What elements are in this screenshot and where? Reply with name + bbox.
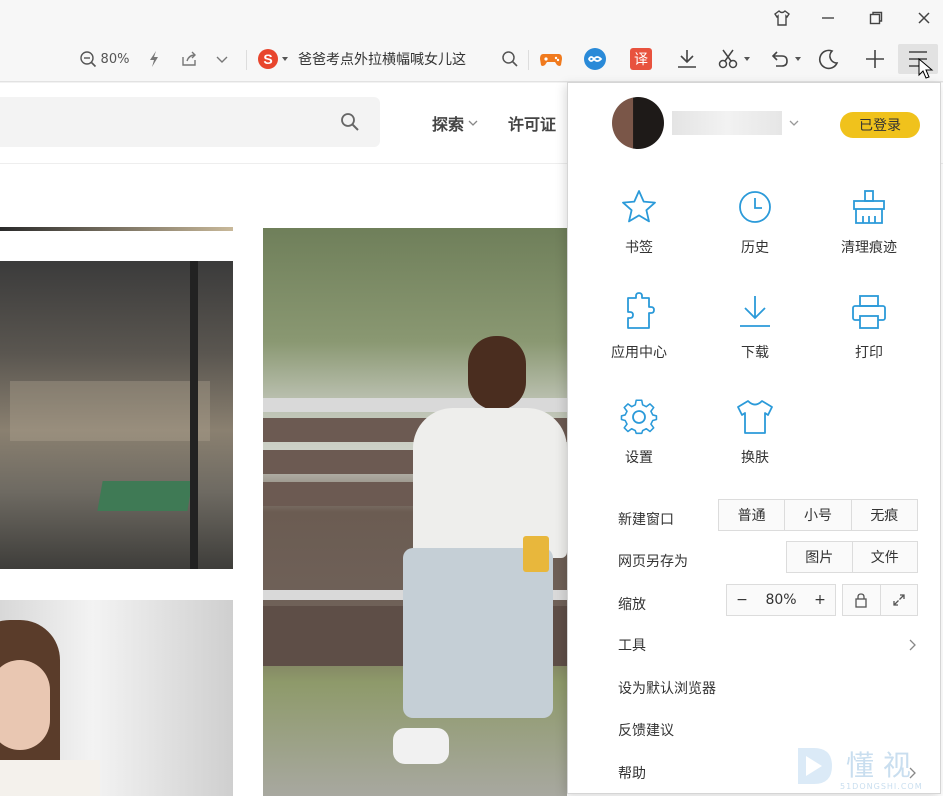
- zoom-value: 80%: [765, 592, 797, 608]
- watermark: 懂 视 51DONGSHI.COM: [790, 742, 943, 796]
- menu-print-label: 打印: [855, 345, 883, 361]
- zoom-minus-button[interactable]: −: [727, 585, 757, 615]
- menu-settings-label: 设置: [625, 450, 653, 466]
- search-engine-selector[interactable]: S: [256, 44, 290, 74]
- menu-print[interactable]: 打印: [814, 292, 924, 362]
- zoom-plus-button[interactable]: +: [805, 585, 835, 615]
- svg-text:S: S: [263, 51, 272, 67]
- svg-text:译: 译: [634, 52, 648, 68]
- menu-app-center-label: 应用中心: [611, 345, 667, 361]
- save-as-file[interactable]: 文件: [853, 542, 918, 572]
- fullscreen-button[interactable]: [881, 585, 918, 615]
- close-button[interactable]: [910, 4, 938, 32]
- zoom-indicator[interactable]: 80%: [74, 44, 134, 74]
- clock-icon: [739, 191, 771, 223]
- gear-icon: [620, 399, 658, 435]
- menu-clear-traces[interactable]: 清理痕迹: [814, 187, 924, 257]
- menu-bookmarks[interactable]: 书签: [584, 187, 694, 257]
- chevron-down-icon[interactable]: [210, 44, 234, 74]
- nav-license[interactable]: 许可证: [508, 111, 556, 135]
- undo-close-icon[interactable]: [764, 44, 806, 74]
- address-search-input[interactable]: 爸爸考点外拉横幅喊女儿这: [298, 44, 496, 74]
- skin-shirt-icon[interactable]: [768, 4, 796, 32]
- photo-office-workspace[interactable]: [0, 261, 233, 569]
- site-search-bar[interactable]: [0, 97, 380, 147]
- shirt-icon: [737, 400, 773, 434]
- nav-explore-label: 探索: [432, 115, 465, 134]
- zoom-level: 80%: [100, 51, 130, 67]
- printer-icon: [852, 295, 886, 329]
- lightning-icon[interactable]: [142, 44, 166, 74]
- save-page-as-label: 网页另存为: [618, 554, 688, 570]
- sogou-logo-icon: S: [258, 49, 278, 69]
- new-window-options: 普通 小号 无痕: [718, 499, 918, 531]
- menu-help[interactable]: 帮助: [618, 763, 646, 783]
- save-as-image[interactable]: 图片: [787, 542, 853, 572]
- game-controller-icon[interactable]: [536, 44, 566, 74]
- chevron-down-icon: [468, 120, 478, 126]
- photo-woman[interactable]: [0, 600, 233, 796]
- watermark-text: 懂 视: [846, 749, 911, 782]
- share-icon[interactable]: [176, 44, 202, 74]
- star-icon: [622, 190, 656, 223]
- menu-history-label: 历史: [741, 240, 769, 256]
- new-tab-plus-icon[interactable]: [860, 44, 890, 74]
- download-icon: [740, 296, 770, 327]
- chevron-right-icon: [909, 639, 916, 651]
- translate-icon[interactable]: 译: [626, 44, 656, 74]
- minimize-button[interactable]: [814, 4, 842, 32]
- eraser-icon: [853, 190, 885, 224]
- photo-man-on-bench[interactable]: [263, 228, 567, 796]
- zoom-stepper: − 80% +: [726, 584, 836, 616]
- nav-explore[interactable]: 探索: [432, 111, 478, 135]
- menu-app-center[interactable]: 应用中心: [584, 292, 694, 362]
- menu-change-skin-label: 换肤: [741, 450, 769, 466]
- mouse-cursor-icon: [918, 58, 934, 79]
- watermark-logo-icon: [798, 748, 832, 784]
- title-bar: [0, 0, 943, 36]
- menu-history[interactable]: 历史: [700, 187, 810, 257]
- zoom-lock-button[interactable]: [843, 585, 881, 615]
- menu-clear-traces-label: 清理痕迹: [841, 240, 897, 256]
- zoom-extra-controls: [842, 584, 918, 616]
- new-window-incognito[interactable]: 无痕: [852, 500, 917, 530]
- site-search-icon[interactable]: [340, 112, 360, 132]
- new-window-small[interactable]: 小号: [785, 500, 852, 530]
- lock-icon: [855, 593, 867, 608]
- restore-button[interactable]: [862, 4, 890, 32]
- menu-settings[interactable]: 设置: [584, 397, 694, 467]
- menu-download[interactable]: 下载: [700, 292, 810, 362]
- download-icon[interactable]: [672, 44, 702, 74]
- new-window-normal[interactable]: 普通: [719, 500, 786, 530]
- avatar: [612, 97, 664, 149]
- search-icon[interactable]: [498, 44, 522, 74]
- expand-icon: [893, 594, 905, 606]
- menu-download-label: 下载: [741, 345, 769, 361]
- login-status-badge[interactable]: 已登录: [840, 112, 920, 138]
- new-window-label: 新建窗口: [618, 512, 674, 528]
- username-blurred: [672, 111, 782, 135]
- chevron-down-icon: [789, 120, 799, 126]
- puzzle-icon: [627, 292, 655, 329]
- zoom-label: 缩放: [618, 597, 646, 613]
- watermark-subtext: 51DONGSHI.COM: [840, 782, 923, 791]
- photo-strip: [0, 227, 233, 231]
- screenshot-scissors-icon[interactable]: [712, 44, 756, 74]
- zoom-out-icon: [79, 51, 96, 68]
- save-page-as-options: 图片 文件: [786, 541, 918, 573]
- menu-set-default-browser[interactable]: 设为默认浏览器: [618, 678, 716, 698]
- main-menu-panel: 已登录 书签 历史 清理痕迹 应用中心 下载 打印 设置 换肤 新建窗口 普通 …: [567, 82, 941, 794]
- menu-change-skin[interactable]: 换肤: [700, 397, 810, 467]
- menu-tools[interactable]: 工具: [618, 635, 646, 655]
- account-info[interactable]: [612, 97, 832, 149]
- menu-feedback[interactable]: 反馈建议: [618, 720, 674, 740]
- infinity-app-icon[interactable]: [580, 44, 610, 74]
- night-mode-moon-icon[interactable]: [814, 44, 844, 74]
- menu-bookmarks-label: 书签: [625, 240, 653, 256]
- browser-toolbar: 80% S 爸爸考点外拉横幅喊女儿这 译: [0, 36, 943, 82]
